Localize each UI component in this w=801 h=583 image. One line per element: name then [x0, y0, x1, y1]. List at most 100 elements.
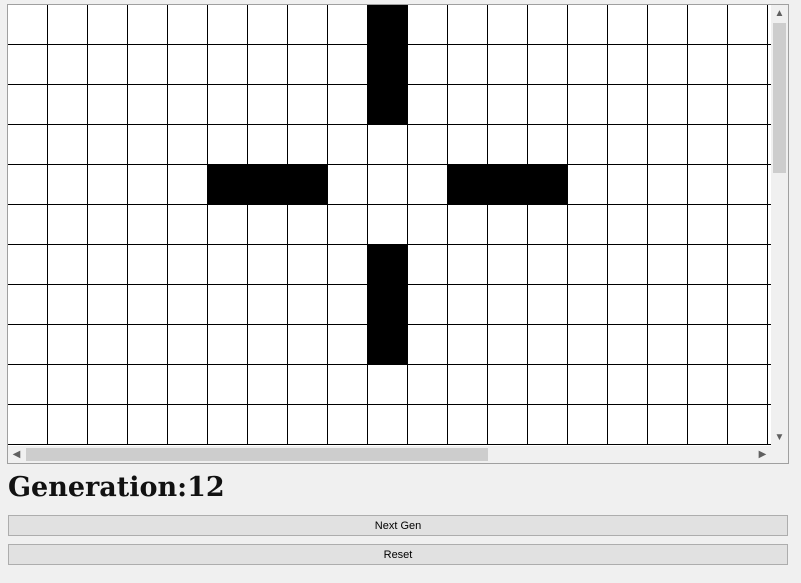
- grid-cell[interactable]: [168, 365, 208, 405]
- grid-cell[interactable]: [368, 205, 408, 245]
- grid-cell[interactable]: [648, 125, 688, 165]
- grid-cell[interactable]: [88, 405, 128, 445]
- grid-cell[interactable]: [288, 325, 328, 365]
- grid-cell[interactable]: [48, 125, 88, 165]
- grid-cell[interactable]: [688, 85, 728, 125]
- grid-cell[interactable]: [168, 85, 208, 125]
- grid-cell[interactable]: [528, 5, 568, 45]
- grid-cell[interactable]: [728, 405, 768, 445]
- chevron-left-icon[interactable]: ◀: [8, 446, 25, 463]
- chevron-right-icon[interactable]: ▶: [754, 446, 771, 463]
- grid-cell[interactable]: [728, 205, 768, 245]
- grid-cell[interactable]: [688, 405, 728, 445]
- grid-cell[interactable]: [648, 45, 688, 85]
- grid-cell[interactable]: [88, 325, 128, 365]
- life-grid[interactable]: [8, 5, 771, 446]
- grid-cell[interactable]: [328, 125, 368, 165]
- grid-cell[interactable]: [528, 125, 568, 165]
- grid-cell[interactable]: [568, 165, 608, 205]
- grid-cell[interactable]: [128, 85, 168, 125]
- grid-cell[interactable]: [48, 5, 88, 45]
- grid-cell[interactable]: [648, 405, 688, 445]
- grid-cell[interactable]: [48, 85, 88, 125]
- grid-cell[interactable]: [648, 85, 688, 125]
- grid-cell-alive[interactable]: [288, 165, 328, 205]
- grid-cell[interactable]: [208, 325, 248, 365]
- grid-cell[interactable]: [88, 45, 128, 85]
- grid-cell[interactable]: [248, 405, 288, 445]
- grid-cell[interactable]: [688, 165, 728, 205]
- grid-cell[interactable]: [88, 245, 128, 285]
- grid-cell[interactable]: [408, 165, 448, 205]
- grid-cell[interactable]: [48, 245, 88, 285]
- grid-cell[interactable]: [168, 245, 208, 285]
- grid-cell[interactable]: [488, 5, 528, 45]
- grid-cell[interactable]: [448, 405, 488, 445]
- grid-cell[interactable]: [328, 85, 368, 125]
- grid-cell[interactable]: [488, 125, 528, 165]
- grid-cell[interactable]: [48, 325, 88, 365]
- grid-cell[interactable]: [328, 45, 368, 85]
- grid-cell[interactable]: [608, 245, 648, 285]
- grid-cell[interactable]: [288, 45, 328, 85]
- grid-cell[interactable]: [488, 405, 528, 445]
- grid-cell[interactable]: [168, 165, 208, 205]
- grid-cell[interactable]: [88, 5, 128, 45]
- grid-cell[interactable]: [48, 365, 88, 405]
- grid-cell[interactable]: [568, 5, 608, 45]
- grid-cell[interactable]: [248, 45, 288, 85]
- grid-cell[interactable]: [608, 5, 648, 45]
- grid-cell[interactable]: [288, 405, 328, 445]
- grid-cell[interactable]: [328, 245, 368, 285]
- grid-cell[interactable]: [648, 245, 688, 285]
- grid-cell[interactable]: [8, 285, 48, 325]
- grid-cell[interactable]: [208, 365, 248, 405]
- grid-cell[interactable]: [208, 205, 248, 245]
- grid-cell[interactable]: [248, 205, 288, 245]
- grid-cell[interactable]: [448, 365, 488, 405]
- grid-cell[interactable]: [648, 165, 688, 205]
- grid-cell[interactable]: [8, 165, 48, 205]
- grid-cell[interactable]: [448, 285, 488, 325]
- grid-cell[interactable]: [608, 165, 648, 205]
- grid-cell[interactable]: [528, 45, 568, 85]
- grid-cell[interactable]: [288, 85, 328, 125]
- grid-cell[interactable]: [288, 205, 328, 245]
- grid-cell[interactable]: [568, 85, 608, 125]
- grid-cell[interactable]: [8, 205, 48, 245]
- grid-cell[interactable]: [488, 205, 528, 245]
- grid-cell[interactable]: [168, 325, 208, 365]
- grid-cell[interactable]: [408, 205, 448, 245]
- grid-cell[interactable]: [488, 85, 528, 125]
- grid-cell[interactable]: [328, 405, 368, 445]
- grid-cell-alive[interactable]: [368, 45, 408, 85]
- grid-cell[interactable]: [608, 85, 648, 125]
- grid-cell[interactable]: [248, 245, 288, 285]
- grid-cell[interactable]: [648, 205, 688, 245]
- grid-cell[interactable]: [8, 365, 48, 405]
- grid-cell[interactable]: [688, 325, 728, 365]
- grid-cell-alive[interactable]: [248, 165, 288, 205]
- grid-cell[interactable]: [168, 405, 208, 445]
- grid-cell[interactable]: [248, 125, 288, 165]
- grid-cell[interactable]: [408, 285, 448, 325]
- grid-cell[interactable]: [328, 325, 368, 365]
- grid-cell[interactable]: [528, 365, 568, 405]
- grid-cell[interactable]: [328, 285, 368, 325]
- horizontal-scroll-thumb[interactable]: [26, 448, 488, 461]
- grid-cell[interactable]: [8, 5, 48, 45]
- grid-cell[interactable]: [168, 5, 208, 45]
- grid-cell[interactable]: [408, 45, 448, 85]
- grid-cell[interactable]: [728, 245, 768, 285]
- grid-cell[interactable]: [568, 285, 608, 325]
- grid-cell[interactable]: [208, 85, 248, 125]
- grid-cell[interactable]: [208, 45, 248, 85]
- grid-cell[interactable]: [528, 405, 568, 445]
- grid-cell[interactable]: [568, 405, 608, 445]
- grid-cell[interactable]: [288, 125, 328, 165]
- grid-cell[interactable]: [728, 85, 768, 125]
- grid-cell[interactable]: [128, 205, 168, 245]
- grid-cell[interactable]: [288, 285, 328, 325]
- grid-cell[interactable]: [448, 45, 488, 85]
- grid-cell[interactable]: [648, 365, 688, 405]
